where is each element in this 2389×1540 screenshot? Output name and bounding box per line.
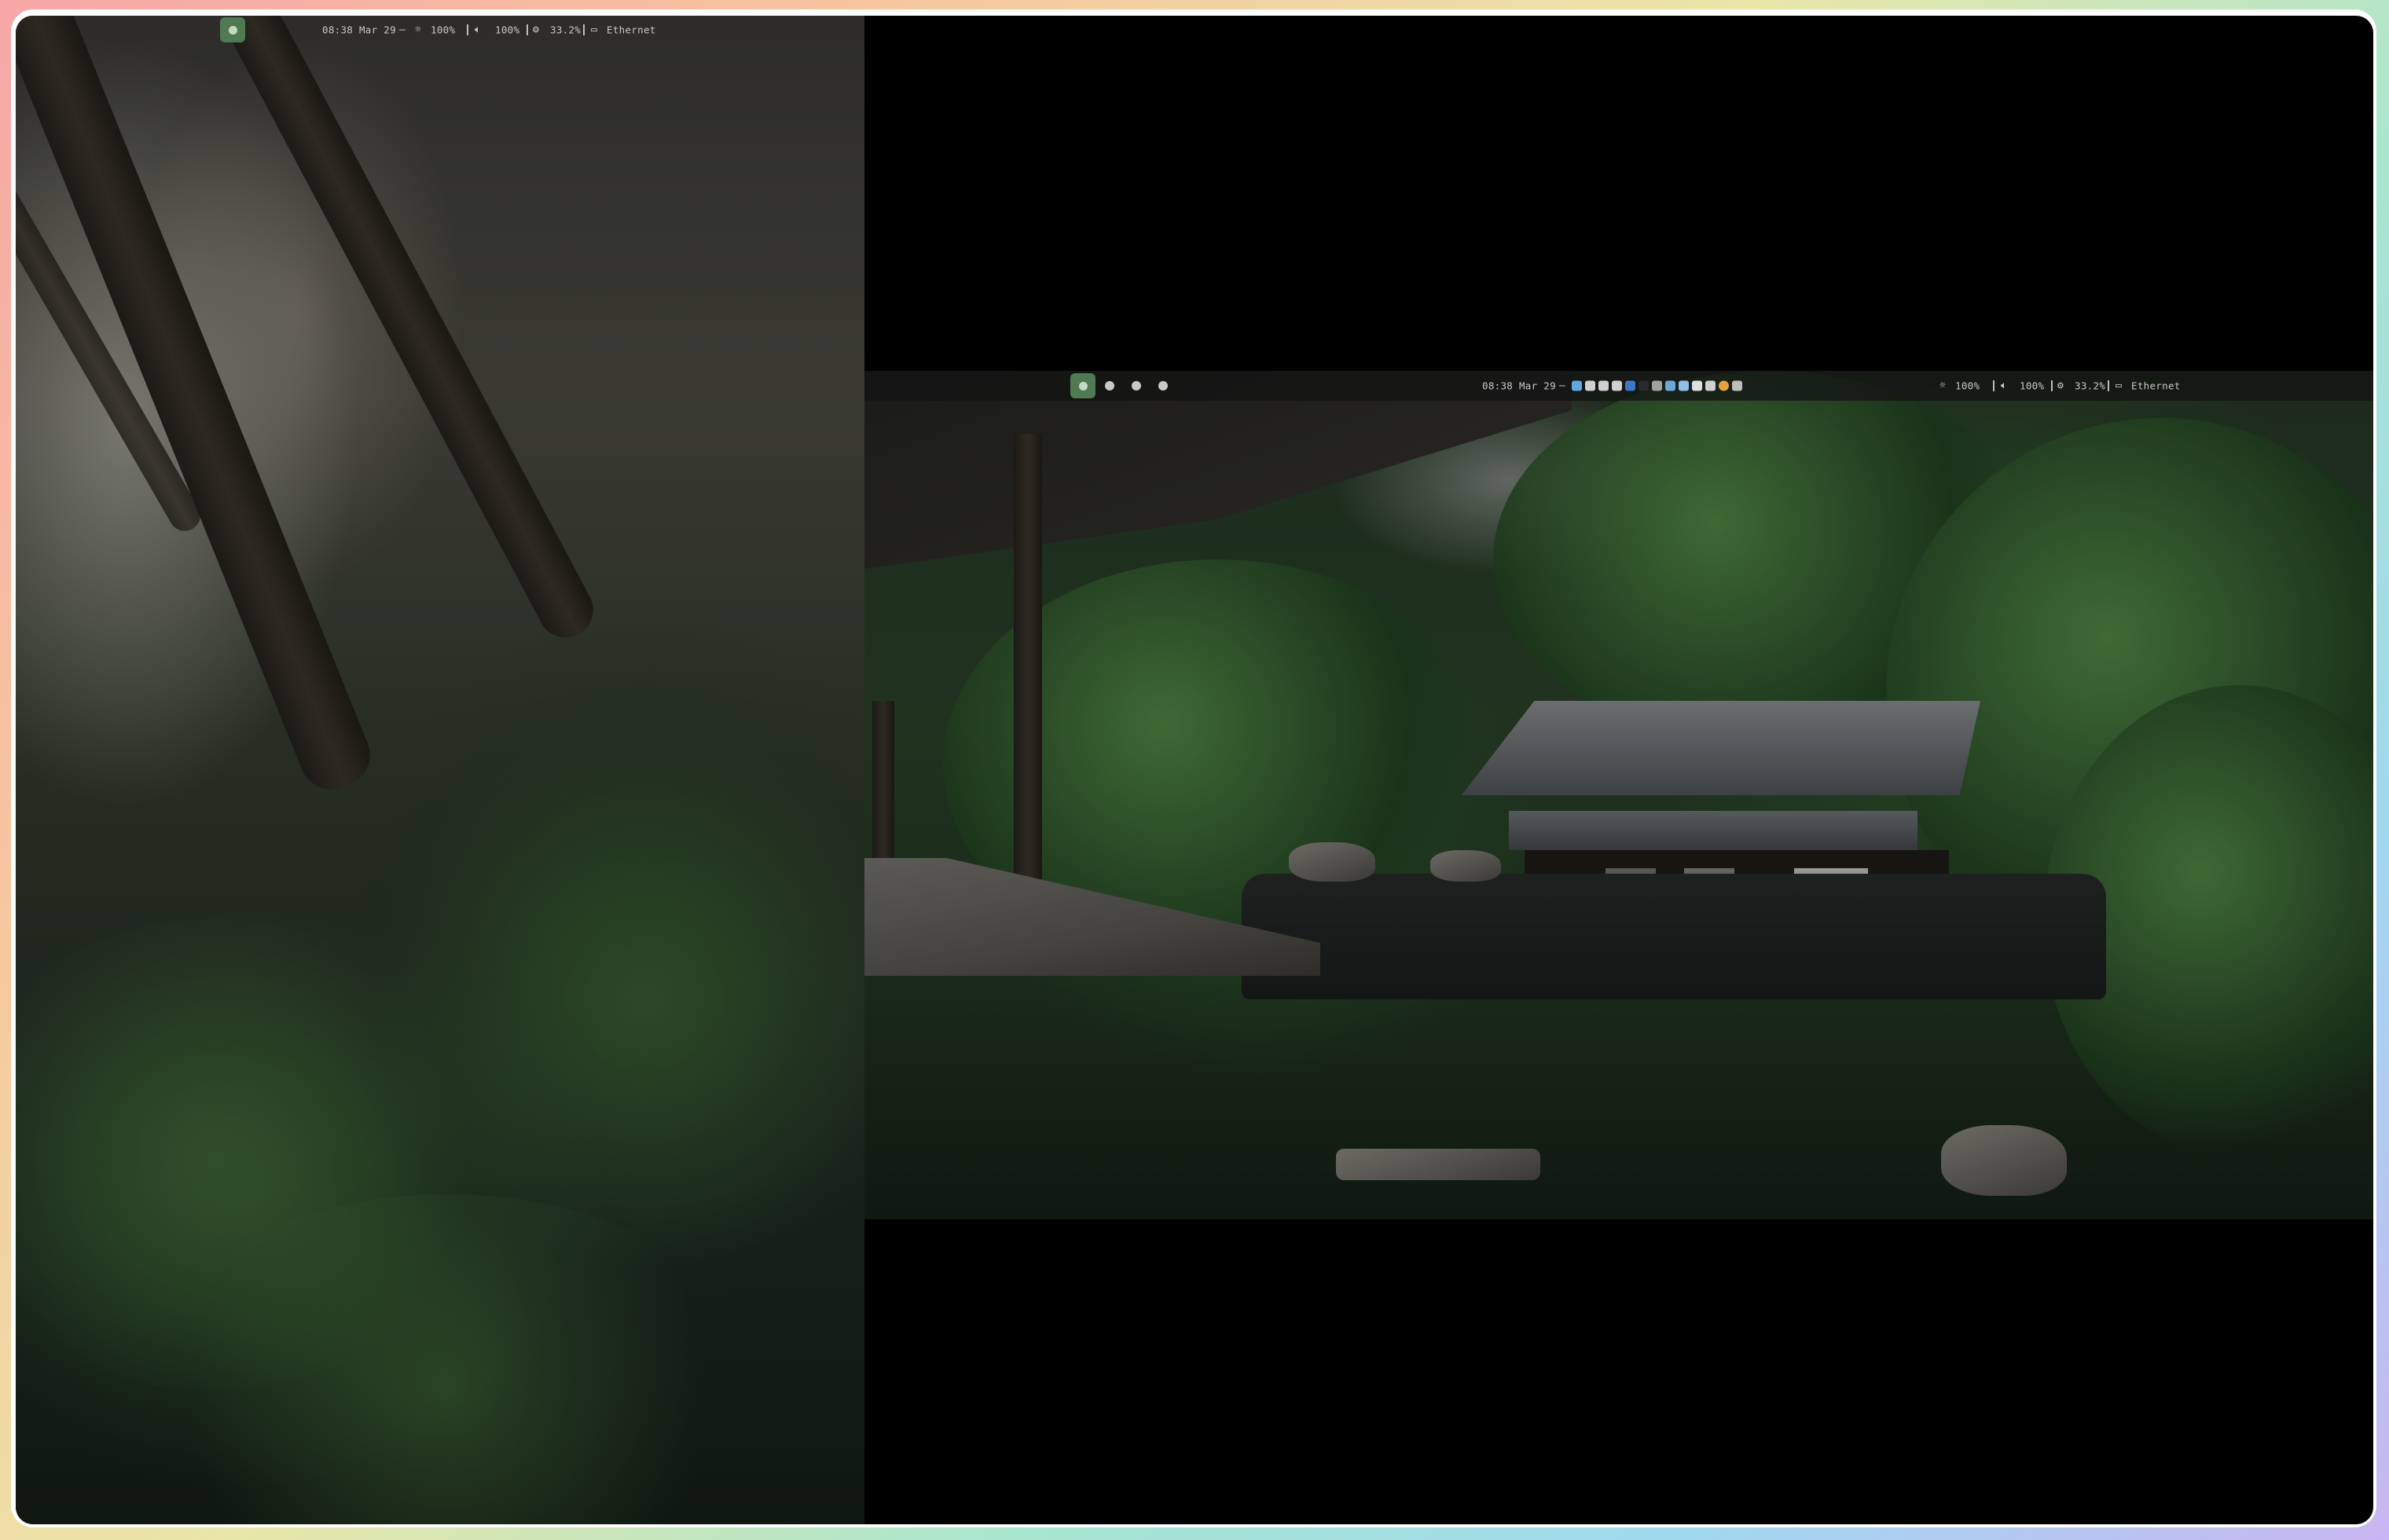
separator <box>1993 380 1995 391</box>
monitor-icon: ▭ <box>591 24 598 36</box>
workspace-3-button[interactable] <box>1124 373 1149 398</box>
gear-icon: ⚙ <box>2057 380 2064 392</box>
rock <box>1336 1149 1540 1180</box>
camera-tray-icon[interactable] <box>1652 380 1662 391</box>
separator <box>583 24 585 35</box>
speaker-icon: 🔈︎ <box>2001 380 2008 392</box>
workspace-dot-icon <box>1078 381 1088 390</box>
right-status-bar: 08:38 Mar 29 – ☼ 100% 🔈︎ 100% ⚙ 33.2% ▭ … <box>864 371 2373 401</box>
mic-tray-icon[interactable] <box>1705 380 1716 391</box>
chevron-down-icon[interactable]: – <box>399 24 406 36</box>
rock <box>1289 842 1375 882</box>
circle-tray-icon[interactable] <box>1639 380 1649 391</box>
cpu-usage[interactable]: 33.2% <box>2075 380 2105 392</box>
house-roof <box>1462 701 1980 795</box>
workspace-dot-icon <box>1105 381 1114 390</box>
clock[interactable]: 08:38 Mar 29 <box>322 24 396 36</box>
speaker-tray-icon[interactable] <box>1732 380 1742 391</box>
app-tray-icon[interactable] <box>1625 380 1635 391</box>
y-tray-icon[interactable] <box>1692 380 1702 391</box>
volume-value[interactable]: 100% <box>495 24 519 36</box>
chevron-down-icon[interactable]: – <box>1559 380 1565 392</box>
clipboard-tray-icon[interactable] <box>1598 380 1609 391</box>
brightness-value[interactable]: 100% <box>1955 380 1980 392</box>
house-lower-roof <box>1509 811 1917 850</box>
desktop-screen: 08:38 Mar 29 – ☼ 100% 🔈︎ 100% ⚙ 33.2% ▭ … <box>16 16 2373 1524</box>
network-status[interactable]: Ethernet <box>607 24 656 36</box>
sun-icon: ☼ <box>1939 380 1947 392</box>
clock[interactable]: 08:38 Mar 29 <box>1482 380 1556 392</box>
files-tray-icon[interactable] <box>1572 380 1582 391</box>
cursor-tray-icon[interactable] <box>1585 380 1595 391</box>
workspace-4-button[interactable] <box>1150 373 1176 398</box>
monitor-icon: ▭ <box>2116 380 2123 392</box>
separator <box>2051 380 2053 391</box>
sun-icon: ☼ <box>415 24 422 36</box>
left-status-bar: 08:38 Mar 29 – ☼ 100% 🔈︎ 100% ⚙ 33.2% ▭ … <box>16 16 864 44</box>
gear-icon: ⚙ <box>533 24 540 36</box>
chrome-tray-icon[interactable] <box>1719 380 1729 391</box>
desktop-frame: 08:38 Mar 29 – ☼ 100% 🔈︎ 100% ⚙ 33.2% ▭ … <box>0 0 2389 1540</box>
separator <box>527 24 528 35</box>
network-status[interactable]: Ethernet <box>2131 380 2181 392</box>
rock <box>1430 850 1501 882</box>
workspace-dot-icon <box>228 25 237 35</box>
pond <box>1242 874 2106 999</box>
left-monitor-wallpaper <box>16 16 864 1524</box>
workspace-button[interactable] <box>220 17 245 42</box>
rock <box>1941 1125 2067 1196</box>
mouse-tray-icon[interactable] <box>1612 380 1622 391</box>
workspace-dot-icon <box>1158 381 1168 390</box>
right-monitor-wallpaper <box>864 371 2373 1219</box>
cpu-usage[interactable]: 33.2% <box>550 24 581 36</box>
speaker-icon: 🔈︎ <box>475 24 482 36</box>
steam-tray-icon[interactable] <box>1665 380 1675 391</box>
pavilion-pillar <box>1014 434 1042 921</box>
brightness-value[interactable]: 100% <box>431 24 455 36</box>
separator <box>467 24 468 35</box>
separator <box>2108 380 2109 391</box>
workspace-2-button[interactable] <box>1097 373 1122 398</box>
workspace-dot-icon <box>1132 381 1141 390</box>
volume-value[interactable]: 100% <box>2020 380 2044 392</box>
workspace-1-button[interactable] <box>1070 373 1095 398</box>
doc-tray-icon[interactable] <box>1679 380 1689 391</box>
